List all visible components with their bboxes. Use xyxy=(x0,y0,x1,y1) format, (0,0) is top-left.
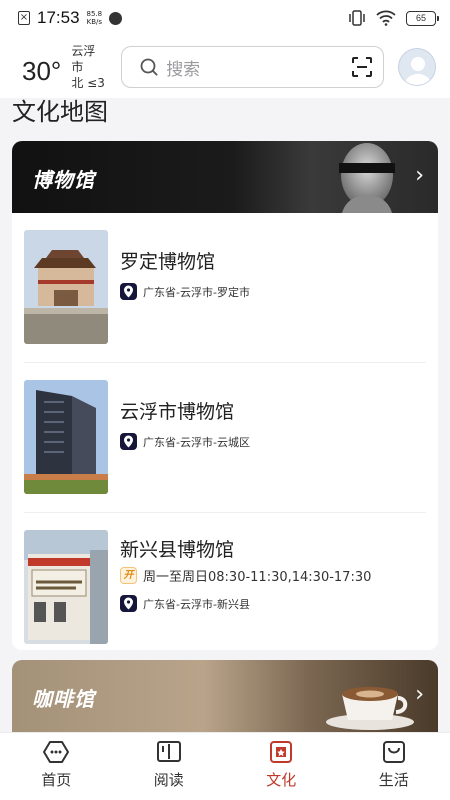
notification-icon: × xyxy=(18,11,30,25)
book-icon xyxy=(156,741,181,762)
cafe-section-title: 咖啡馆 xyxy=(32,687,95,711)
wind-label: 北 ≤3 xyxy=(71,76,105,90)
weather-temperature[interactable]: 30° xyxy=(22,56,61,87)
cafe-banner[interactable]: 咖啡馆 › xyxy=(12,660,438,732)
museum-banner[interactable]: 博物馆 › xyxy=(12,141,438,213)
museum-photo xyxy=(24,230,108,344)
museum-section-title: 博物馆 xyxy=(32,168,95,192)
app-status-icon xyxy=(109,11,123,25)
avatar[interactable] xyxy=(398,48,436,86)
museum-name: 罗定博物馆 xyxy=(120,251,216,273)
vibrate-icon xyxy=(349,10,365,26)
museum-address: 广东省-云浮市-罗定市 xyxy=(120,283,250,300)
search-bar[interactable]: 搜索 xyxy=(121,46,385,88)
scan-icon[interactable] xyxy=(351,56,373,78)
city-label: 云浮市 xyxy=(71,44,96,74)
list-item[interactable]: 罗定博物馆 广东省-云浮市-罗定市 xyxy=(24,213,426,363)
bottom-tab-bar: 首页 阅读 文化 生活 xyxy=(0,732,450,800)
museum-card: 博物馆 › 罗定博物馆 广东省-云浮市-罗定市 云浮市博物馆 广东省-云浮市-云… xyxy=(12,141,438,650)
open-badge-icon: 开 xyxy=(120,567,137,584)
tab-home[interactable]: 首页 xyxy=(0,733,113,800)
status-time: 17:53 xyxy=(37,8,80,27)
list-item[interactable]: 新兴县博物馆 开 周一至周日08:30-11:30,14:30-17:30 广东… xyxy=(24,513,426,650)
life-bag-icon xyxy=(382,741,405,763)
chevron-right-icon[interactable]: › xyxy=(415,682,424,707)
search-input[interactable]: 搜索 xyxy=(166,55,351,80)
museum-address: 广东省-云浮市-云城区 xyxy=(120,433,250,450)
museum-name: 云浮市博物馆 xyxy=(120,401,235,423)
page-title: 文化地图 xyxy=(12,98,108,126)
wifi-icon xyxy=(376,10,396,26)
location-pin-icon xyxy=(120,433,137,450)
tab-life[interactable]: 生活 xyxy=(338,733,450,800)
museum-photo xyxy=(24,380,108,494)
chevron-right-icon[interactable]: › xyxy=(415,163,424,188)
battery-icon: 65 xyxy=(406,10,439,26)
list-item[interactable]: 云浮市博物馆 广东省-云浮市-云城区 xyxy=(24,363,426,513)
tab-reading[interactable]: 阅读 xyxy=(113,733,226,800)
status-bar: × 17:53 85.8 KB/s 65 xyxy=(0,0,450,36)
network-speed: 85.8 KB/s xyxy=(86,10,103,26)
location-pin-icon xyxy=(120,595,137,612)
museum-name: 新兴县博物馆 xyxy=(120,539,235,561)
museum-photo xyxy=(24,530,108,644)
home-icon xyxy=(43,741,70,763)
top-header: 30° 云浮市 北 ≤3 搜索 xyxy=(0,36,450,98)
weather-location[interactable]: 云浮市 北 ≤3 xyxy=(71,43,107,91)
location-pin-icon xyxy=(120,283,137,300)
culture-icon xyxy=(270,741,293,763)
cafe-card: 咖啡馆 › xyxy=(12,660,438,732)
tab-culture[interactable]: 文化 xyxy=(225,733,338,800)
museum-address: 广东省-云浮市-新兴县 xyxy=(120,595,250,612)
opening-hours: 开 周一至周日08:30-11:30,14:30-17:30 xyxy=(120,566,371,585)
search-icon xyxy=(140,58,158,76)
